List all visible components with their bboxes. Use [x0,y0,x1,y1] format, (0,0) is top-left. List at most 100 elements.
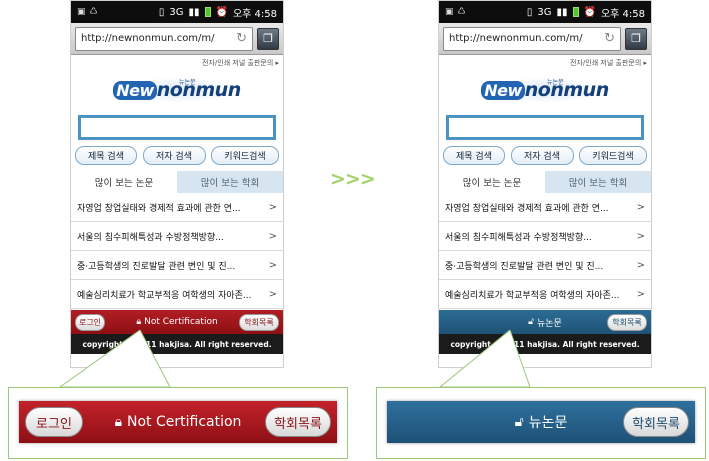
title-search-button[interactable]: 제목 검색 [75,146,137,165]
lock-icon: 🔒︎ [136,317,142,327]
windows-icon: ❐ [631,32,641,45]
battery-icon [572,7,579,17]
url-field[interactable]: http://newnonmun.com/m/ ↻ [443,26,621,51]
chevron-right-icon: > [636,201,645,213]
recycle-icon: ♺ [457,7,466,17]
browser-toolbar: http://newnonmun.com/m/ ↻ ❐ [439,23,651,55]
chevron-right-icon: > [636,230,645,242]
url-text: http://newnonmun.com/m/ [449,33,583,44]
title-search-button[interactable]: 제목 검색 [443,146,505,165]
tab-popular-societies[interactable]: 많이 보는 학회 [545,171,651,193]
logo-script: New [113,81,157,100]
network-3g-icon: 3G [169,6,184,18]
chevron-right-icon: > [268,288,277,300]
article-title: 중·고등학생의 진로발달 관련 변인 및 진... [445,261,604,272]
society-list-button-zoomed[interactable]: 학회목록 [623,407,689,437]
society-list-button-zoomed[interactable]: 학회목록 [265,407,331,437]
site-logo[interactable]: New nonmun 뉴논문 [71,69,283,111]
logo-script: New [481,81,525,100]
signal-icon: ▮▮ [188,6,200,18]
certified-status-zoomed: 🔓︎ 뉴논문 [515,412,568,432]
society-list-button[interactable]: 학회목록 [239,313,279,331]
list-item[interactable]: 중·고등학생의 진로발달 관련 변인 및 진... > [71,251,283,280]
transition-arrows: >>> [330,168,376,190]
status-time: 오후 4:58 [232,8,277,20]
battery-icon [204,7,211,17]
zoom-panel-before: 로그인 🔒︎ Not Certification 학회목록 [8,387,348,459]
browser-toolbar: http://newnonmun.com/m/ ↻ ❐ [71,23,283,55]
certified-text: 뉴논문 [537,318,562,329]
tab-popular-papers[interactable]: 많이 보는 논문 [71,171,177,193]
list-item[interactable]: 자영업 창업실태와 경제적 효과에 관한 연... > [439,193,651,222]
lock-icon: 🔒︎ [114,414,123,430]
list-item[interactable]: 서울의 침수피해특성과 수방정책방향... > [71,222,283,251]
author-search-button[interactable]: 저자 검색 [142,146,206,165]
ranking-tabs: 많이 보는 논문 많이 보는 학회 [71,171,283,193]
zoom-panel-after: 🔓︎ 뉴논문 학회목록 [376,387,706,459]
url-text: http://newnonmun.com/m/ [81,33,215,44]
article-list: 자영업 창업실태와 경제적 효과에 관한 연... > 서울의 침수피해특성과 수… [439,193,651,309]
vibrate-icon: ▯ [158,6,165,18]
logo-tag: 뉴논문 [179,79,196,86]
certification-status: 🔒︎ Not Certification [136,317,217,327]
search-input[interactable] [78,115,276,140]
tab-popular-societies[interactable]: 많이 보는 학회 [177,171,283,193]
search-input[interactable] [446,115,644,140]
status-bar: ▣ ♺ ▯ 3G ▮▮ ⏰ 오후 4:58 [71,1,283,23]
phone-screenshot-before: ▣ ♺ ▯ 3G ▮▮ ⏰ 오후 4:58 http://newnonmun.co… [70,0,284,368]
footer-bar-zoomed: 🔓︎ 뉴논문 학회목록 [387,401,695,443]
article-title: 자영업 창업실태와 경제적 효과에 관한 연... [445,203,609,214]
status-bar: ▣ ♺ ▯ 3G ▮▮ ⏰ 오후 4:58 [439,1,651,23]
reload-icon[interactable]: ↻ [604,31,615,46]
list-item[interactable]: 서울의 침수피해특성과 수방정책방향... > [439,222,651,251]
keyword-search-button[interactable]: 키워드검색 [211,146,279,165]
photo-icon: ▣ [445,7,454,17]
certification-text-zoomed: Not Certification [127,414,242,430]
list-item[interactable]: 자영업 창업실태와 경제적 효과에 관한 연... > [71,193,283,222]
society-list-button[interactable]: 학회목록 [607,313,647,331]
photo-icon: ▣ [77,7,86,17]
phone-screenshot-after: ▣ ♺ ▯ 3G ▮▮ ⏰ 오후 4:58 http://newnonmun.co… [438,0,652,368]
copyright: copyright © 2011 hakjisa. All right rese… [439,334,651,354]
tab-popular-papers[interactable]: 많이 보는 논문 [439,171,545,193]
ranking-tabs: 많이 보는 논문 많이 보는 학회 [439,171,651,193]
article-title: 서울의 침수피해특성과 수방정책방향... [445,232,592,243]
vibrate-icon: ▯ [526,6,533,18]
chevron-right-icon: > [636,259,645,271]
reload-icon[interactable]: ↻ [236,31,247,46]
article-title: 중·고등학생의 진로발달 관련 변인 및 진... [77,261,236,272]
network-3g-icon: 3G [537,6,552,18]
logo-text: nonmun [156,79,241,101]
windows-icon: ❐ [263,32,273,45]
footer-bar-zoomed: 로그인 🔒︎ Not Certification 학회목록 [19,401,337,443]
author-search-button[interactable]: 저자 검색 [510,146,574,165]
windows-button[interactable]: ❐ [257,27,279,50]
logo-tag: 뉴논문 [547,79,564,86]
list-item[interactable]: 예술심리치료가 학교부적응 여학생의 자아존... > [439,280,651,309]
list-item[interactable]: 예술심리치료가 학교부적응 여학생의 자아존... > [71,280,283,309]
login-button-zoomed[interactable]: 로그인 [25,407,83,437]
list-item[interactable]: 중·고등학생의 진로발달 관련 변인 및 진... > [439,251,651,280]
chevron-right-icon: > [268,201,277,213]
unlock-icon: 🔓︎ [528,317,534,327]
login-button[interactable]: 로그인 [75,313,105,331]
signal-icon: ▮▮ [556,6,568,18]
site-logo[interactable]: New nonmun 뉴논문 [439,69,651,111]
logo-wordmark: New nonmun [481,79,609,101]
certification-text: Not Certification [144,317,218,327]
keyword-search-button[interactable]: 키워드검색 [579,146,647,165]
article-title: 예술심리치료가 학교부적응 여학생의 자아존... [445,290,620,301]
alarm-icon: ⏰ [583,6,596,18]
article-title: 서울의 침수피해특성과 수방정책방향... [77,232,224,243]
chevron-right-icon: > [268,230,277,242]
windows-button[interactable]: ❐ [625,27,647,50]
status-time: 오후 4:58 [600,8,645,20]
chevron-right-icon: > [636,288,645,300]
publishing-inquiry-link[interactable]: 전자/인쇄 저널 출판문의 ▸ [439,55,651,69]
article-list: 자영업 창업실태와 경제적 효과에 관한 연... > 서울의 침수피해특성과 수… [71,193,283,309]
search-buttons: 제목 검색 저자 검색 키워드검색 [439,140,651,165]
url-field[interactable]: http://newnonmun.com/m/ ↻ [75,26,253,51]
certified-status: 🔓︎ 뉴논문 [528,316,562,329]
footer-bar: 🔓︎ 뉴논문 학회목록 [439,310,651,334]
publishing-inquiry-link[interactable]: 전자/인쇄 저널 출판문의 ▸ [71,55,283,69]
